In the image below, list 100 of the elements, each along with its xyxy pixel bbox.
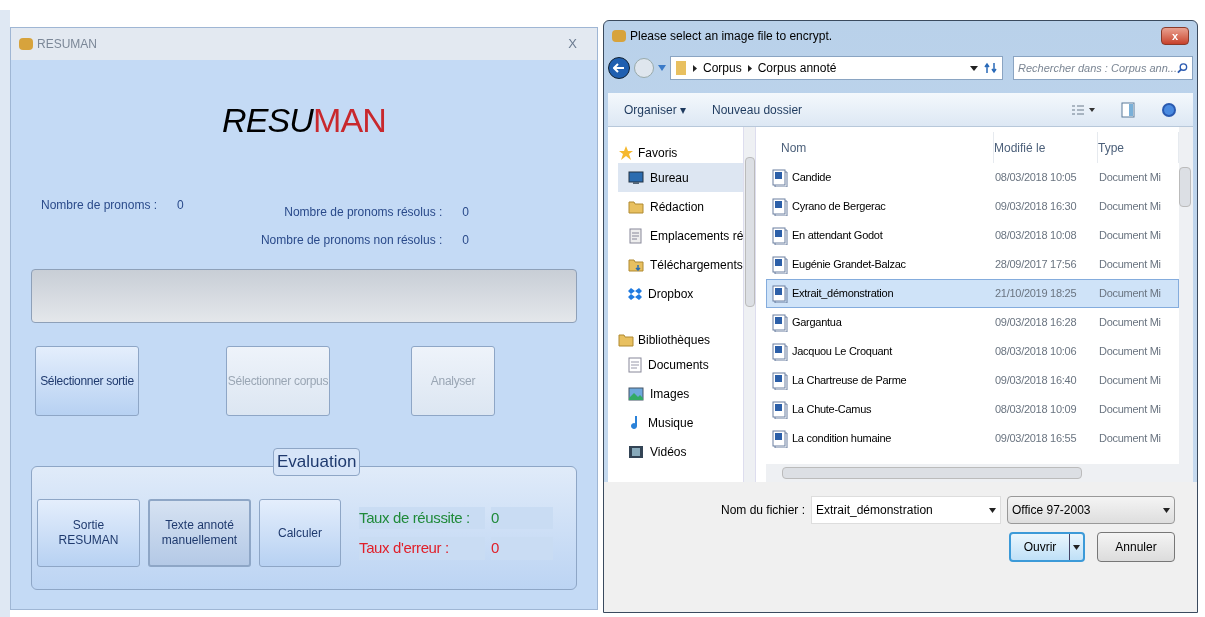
file-type-select[interactable]: Office 97-2003 (1007, 496, 1175, 524)
column-header[interactable]: Modifié le (994, 132, 1098, 163)
file-date: 09/03/2018 16:28 (995, 315, 1078, 331)
file-type: Document Mi (1099, 373, 1161, 389)
nav-item[interactable]: Bureau (618, 163, 744, 192)
app-logo-icon (612, 30, 626, 42)
nav-item[interactable]: Emplacements ré (618, 221, 744, 250)
filename-field[interactable]: Extrait_démonstration (811, 496, 1001, 524)
nav-item[interactable]: Vidéos (618, 437, 744, 466)
word-document-icon (772, 197, 788, 216)
image-icon (628, 386, 644, 401)
toolbar-button[interactable]: Nouveau dossier (712, 100, 803, 119)
address-bar[interactable]: Corpus Corpus annoté (670, 56, 1003, 80)
rate-value: 0 (491, 506, 553, 529)
file-row[interactable]: Eugénie Grandet-Balzac 28/09/2017 17:56 Document Mi (766, 250, 1179, 279)
rate-label: Taux de réussite : (359, 506, 485, 529)
folder-icon (618, 332, 634, 348)
nav-item[interactable]: Documents (618, 350, 744, 379)
breadcrumb-item[interactable]: Corpus (703, 59, 742, 77)
file-name: Gargantua (792, 315, 842, 331)
toolbar-button[interactable]: Organiser ▾ (624, 100, 687, 119)
refresh-icon (984, 62, 998, 74)
caret-icon (658, 65, 666, 71)
dropdown-caret-icon (1163, 507, 1170, 513)
nav-item[interactable]: Images (618, 379, 744, 408)
file-row[interactable]: Extrait_démonstration 21/10/2019 18:25 Document Mi (766, 279, 1179, 308)
file-name: La condition humaine (792, 431, 892, 447)
word-document-icon (772, 400, 788, 419)
file-type: Document Mi (1099, 257, 1161, 273)
file-date: 28/09/2017 17:56 (995, 257, 1078, 273)
breadcrumb-item[interactable]: Corpus annoté (757, 59, 837, 77)
file-row[interactable]: Candide 08/03/2018 10:05 Document Mi (766, 163, 1179, 192)
nav-item[interactable]: Dropbox (618, 279, 744, 308)
monitor-icon (628, 170, 644, 185)
file-type: Document Mi (1099, 315, 1161, 331)
chevron-icon (747, 64, 752, 72)
cancel-button[interactable]: Annuler (1097, 532, 1175, 562)
window-title: Please select an image file to encrypt. (630, 28, 833, 45)
file-type: Document Mi (1099, 402, 1161, 418)
back-button[interactable] (608, 57, 630, 79)
dropdown-caret-icon (1073, 544, 1080, 550)
word-document-icon (772, 342, 788, 361)
word-document-icon (772, 371, 788, 390)
file-name: La Chartreuse de Parme (792, 373, 907, 389)
file-type: Document Mi (1099, 228, 1161, 244)
file-name: En attendant Godot (792, 228, 883, 244)
file-row[interactable]: Cyrano de Bergerac 09/03/2018 16:30 Document Mi (766, 192, 1179, 221)
film-icon (628, 444, 644, 459)
evaluation-button[interactable]: Texte annoté manuellement (148, 499, 251, 567)
close-button[interactable]: X (568, 34, 577, 54)
file-name: Cyrano de Bergerac (792, 199, 886, 215)
chevron-icon (693, 64, 697, 72)
file-date: 08/03/2018 10:06 (995, 344, 1078, 360)
folder-icon (675, 60, 687, 76)
file-row[interactable]: La Chartreuse de Parme 09/03/2018 16:40 Document Mi (766, 366, 1179, 395)
word-document-icon (772, 226, 788, 245)
preview-pane-icon (1121, 101, 1135, 118)
evaluation-button[interactable]: Calculer (259, 499, 341, 567)
file-type: Document Mi (1099, 344, 1161, 360)
file-row[interactable]: Jacquou Le Croquant 08/03/2018 10:06 Document Mi (766, 337, 1179, 366)
file-name: Jacquou Le Croquant (792, 344, 892, 360)
file-name: Extrait_démonstration (792, 286, 894, 302)
file-date: 09/03/2018 16:30 (995, 199, 1078, 215)
stat-label: Nombre de pronoms non résolus : (260, 232, 443, 249)
app-logo: RESUMAN (221, 100, 387, 141)
column-header[interactable]: Nom (766, 132, 994, 163)
file-row[interactable]: Gargantua 09/03/2018 16:28 Document Mi (766, 308, 1179, 337)
file-row[interactable]: La condition humaine 09/03/2018 16:55 Document Mi (766, 424, 1179, 453)
nav-item[interactable]: Téléchargements (618, 250, 744, 279)
dropdown-caret-icon (970, 65, 978, 71)
nav-item[interactable]: Musique (618, 408, 744, 437)
folder-icon (628, 198, 644, 215)
action-button[interactable]: Sélectionner sortie (35, 346, 139, 416)
open-button[interactable]: Ouvrir (1009, 532, 1085, 562)
evaluation-button[interactable]: Sortie RESUMAN (37, 499, 140, 567)
nav-group-label[interactable]: Bibliothèques (638, 331, 711, 349)
stat-value: 0 (462, 232, 469, 249)
stat-value: 0 (462, 204, 469, 221)
file-date: 08/03/2018 10:09 (995, 402, 1078, 418)
star-icon (618, 145, 634, 161)
word-document-icon (772, 255, 788, 274)
file-date: 08/03/2018 10:08 (995, 228, 1078, 244)
document-icon (628, 356, 642, 373)
word-document-icon (772, 284, 788, 303)
file-name: Eugénie Grandet-Balzac (792, 257, 906, 273)
search-field[interactable]: Rechercher dans : Corpus ann... (1013, 56, 1193, 80)
file-date: 08/03/2018 10:05 (995, 170, 1078, 186)
dropbox-icon (628, 286, 642, 301)
file-row[interactable]: La Chute-Camus 08/03/2018 10:09 Document Mi (766, 395, 1179, 424)
dropdown-caret-icon (989, 507, 996, 513)
file-date: 21/10/2019 18:25 (995, 286, 1078, 302)
nav-item[interactable]: Rédaction (618, 192, 744, 221)
stat-label: Nombre de pronoms : (41, 197, 158, 214)
file-row[interactable]: En attendant Godot 08/03/2018 10:08 Document Mi (766, 221, 1179, 250)
word-document-icon (772, 429, 788, 448)
file-name: Candide (792, 170, 832, 186)
group-legend: Evaluation (273, 448, 361, 476)
folder-icon (628, 256, 644, 273)
file-type: Document Mi (1099, 286, 1161, 302)
nav-group-label[interactable]: Favoris (638, 144, 678, 162)
